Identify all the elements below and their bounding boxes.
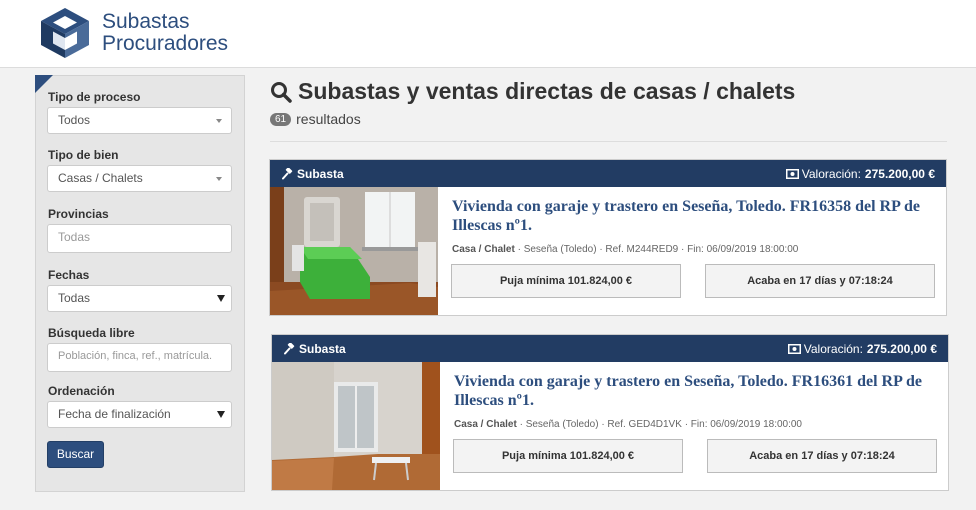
listing-photo[interactable] <box>270 187 438 315</box>
banknote-icon <box>787 344 801 354</box>
tipo-bien-select[interactable]: Casas / Chalets <box>47 165 232 192</box>
listing-ref: Ref. GED4D1VK <box>607 419 682 430</box>
busqueda-placeholder: Población, finca, ref., matrícula. <box>58 350 213 362</box>
divider <box>270 141 947 142</box>
busqueda-label: Búsqueda libre <box>48 326 135 340</box>
listing-meta: Casa / Chalet · Seseña (Toledo) · Ref. M… <box>452 244 798 255</box>
ordenacion-select[interactable]: Fecha de finalización <box>47 401 232 428</box>
countdown-box: Acaba en 17 días y 07:18:24 <box>705 264 935 298</box>
listing-meta: Casa / Chalet · Seseña (Toledo) · Ref. G… <box>454 419 802 430</box>
search-icon <box>271 81 292 103</box>
brand-name[interactable]: Subastas Procuradores <box>102 11 228 55</box>
listing-category: Casa / Chalet <box>452 244 515 255</box>
tipo-bien-value: Casas / Chalets <box>58 171 143 185</box>
banknote-icon <box>785 169 799 179</box>
chevron-down-icon <box>216 119 222 123</box>
logo-icon[interactable] <box>40 7 90 59</box>
listing-location: Seseña (Toledo) <box>525 419 599 430</box>
tipo-proceso-label: Tipo de proceso <box>48 90 141 104</box>
listing-type-label: Subasta <box>297 167 344 181</box>
chevron-down-icon <box>217 295 225 302</box>
results-count-badge: 61 <box>270 112 292 126</box>
chevron-down-icon <box>217 411 225 418</box>
page-title-text: Subastas y ventas directas de casas / ch… <box>298 78 796 104</box>
page-title: Subastas y ventas directas de casas / ch… <box>270 78 795 105</box>
tipo-bien-label: Tipo de bien <box>48 148 119 162</box>
listing-ref: Ref. M244RED9 <box>605 244 679 255</box>
chevron-down-icon <box>216 177 222 181</box>
listing-header: Subasta Valoración: 275.200,00 € <box>270 160 946 187</box>
listing-end: Fin: 06/09/2019 18:00:00 <box>687 244 799 255</box>
listing-valuation: Valoración: 275.200,00 € <box>785 167 935 181</box>
listing-photo[interactable] <box>272 362 440 490</box>
provincias-input[interactable]: Todas <box>47 224 232 253</box>
fechas-select[interactable]: Todas <box>47 285 232 312</box>
valuation-value: 275.200,00 € <box>864 167 935 181</box>
listing-valuation: Valoración: 275.200,00 € <box>787 342 937 356</box>
listing-title[interactable]: Vivienda con garaje y trastero en Seseña… <box>454 372 934 410</box>
results-summary: 61 resultados <box>270 111 361 127</box>
valuation-label: Valoración: <box>803 342 863 356</box>
brand-line-1: Subastas <box>102 10 190 33</box>
tipo-proceso-select[interactable]: Todos <box>47 107 232 134</box>
tipo-proceso-value: Todos <box>58 113 91 127</box>
brand-line-2: Procuradores <box>102 32 229 55</box>
listing-type: Subasta <box>284 342 346 356</box>
listing-location: Seseña (Toledo) <box>523 244 597 255</box>
min-bid-box: Puja mínima 101.824,00 € <box>453 439 683 473</box>
site-header: Subastas Procuradores <box>0 0 976 68</box>
listing-card[interactable]: Subasta Valoración: 275.200,00 € Viviend… <box>269 159 947 316</box>
valuation-label: Valoración: <box>801 167 861 181</box>
gavel-icon <box>284 343 295 355</box>
buscar-button[interactable]: Buscar <box>47 441 104 468</box>
ordenacion-value: Fecha de finalización <box>58 407 171 421</box>
gavel-icon <box>282 168 293 180</box>
results-label: resultados <box>296 111 361 127</box>
fechas-value: Todas <box>58 291 91 305</box>
listing-card[interactable]: Subasta Valoración: 275.200,00 € Viviend… <box>271 334 949 491</box>
provincias-placeholder: Todas <box>58 230 91 244</box>
listing-header: Subasta Valoración: 275.200,00 € <box>272 335 948 362</box>
listing-end: Fin: 06/09/2019 18:00:00 <box>690 419 802 430</box>
ordenacion-label: Ordenación <box>48 384 115 398</box>
fechas-label: Fechas <box>48 268 90 282</box>
min-bid-box: Puja mínima 101.824,00 € <box>451 264 681 298</box>
provincias-label: Provincias <box>48 207 109 221</box>
listing-title[interactable]: Vivienda con garaje y trastero en Seseña… <box>452 197 932 235</box>
listing-category: Casa / Chalet <box>454 419 517 430</box>
filter-sidebar: Tipo de proceso Todos Tipo de bien Casas… <box>35 75 245 492</box>
countdown-box: Acaba en 17 días y 07:18:24 <box>707 439 937 473</box>
busqueda-input[interactable]: Población, finca, ref., matrícula. <box>47 343 232 372</box>
valuation-value: 275.200,00 € <box>866 342 937 356</box>
listing-type: Subasta <box>282 167 344 181</box>
listing-type-label: Subasta <box>299 342 346 356</box>
